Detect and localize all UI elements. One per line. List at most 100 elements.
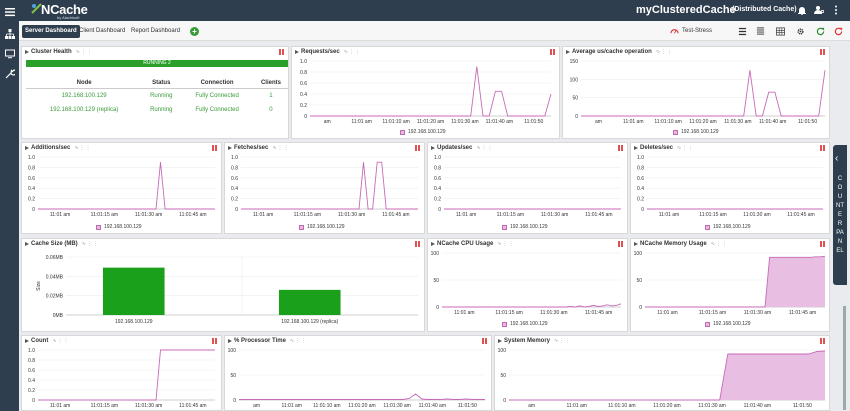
refresh-button[interactable] xyxy=(816,25,825,37)
panel-cache-size: Cache Size (MB) ∿⋮⋮ 0MB 0.02MB 0.04MB 0.06MB… xyxy=(21,238,425,332)
y-tick-label: 0.2 xyxy=(28,197,35,203)
bell-icon[interactable] xyxy=(797,5,807,15)
series-line xyxy=(38,162,215,210)
user-settings-icon[interactable] xyxy=(814,5,824,15)
compact-layout-icon xyxy=(756,26,765,35)
x-tick-label: 11:01:50 xyxy=(798,119,817,125)
panel-processor-time: % Processor Time ∿⋮⋮ 0 50 100 am 11:01 am 11:0… xyxy=(224,335,492,411)
y-tick-label: 50 xyxy=(500,373,506,379)
panel-deletes: Deletes/sec ∿⋮⋮ 192.168.100.129 0 0.2 0.4 0.… xyxy=(630,142,830,234)
y-tick-label: 150 xyxy=(570,59,579,65)
x-tick-label: 11:01 am xyxy=(351,119,371,125)
x-tick-label: 11:01:45 am xyxy=(179,403,206,409)
tab-report-dashboard[interactable]: Report Dashboard xyxy=(128,25,183,38)
x-tick-label: 11:01:45 am xyxy=(585,310,612,316)
x-tick-label: 11:01:20 am xyxy=(417,119,444,125)
y-tick-label: 0.6 xyxy=(637,176,644,182)
x-tick-label: 11:01 am xyxy=(50,212,70,218)
x-tick-label: 11:01:30 am xyxy=(743,212,770,218)
series-line xyxy=(310,66,552,117)
y-tick-label: 0.4 xyxy=(231,186,238,192)
series-line xyxy=(38,349,215,401)
reset-icon xyxy=(834,27,843,35)
layout-list-button[interactable] xyxy=(738,25,747,37)
y-tick-label: 1.0 xyxy=(300,59,307,65)
cluster-icon xyxy=(4,29,15,39)
x-tick-label: 11:01:10 am xyxy=(313,403,340,409)
scrollbar[interactable] xyxy=(843,306,846,410)
y-tick-label: 0 xyxy=(641,207,644,213)
y-axis-label: Size xyxy=(36,281,42,291)
layout-grid-button[interactable] xyxy=(776,25,785,37)
counter-panel-toggle[interactable]: ‹ COUNTER PANEL xyxy=(833,145,847,285)
y-tick-label: 0 xyxy=(233,398,236,404)
y-tick-label: 0.4 xyxy=(28,378,35,384)
status-cell: Running xyxy=(150,107,173,113)
y-tick-label: 1.0 xyxy=(28,155,35,161)
y-tick-label: 0.2 xyxy=(637,197,644,203)
panel-options-icon[interactable]: ∿⋮⋮ xyxy=(76,49,93,55)
settings-button[interactable] xyxy=(796,25,805,37)
chart-svg: 0 50 100 am 11:01 am 11:01:10 am 11:01:20 am 11… xyxy=(228,348,485,409)
cache-name: myClusteredCache xyxy=(636,4,736,16)
y-tick-label: 100 xyxy=(228,348,237,354)
x-tick-label: 11:01:40 am xyxy=(744,403,771,409)
sidebar-menu-button[interactable] xyxy=(0,2,19,22)
x-tick-label: 11:01:15 am xyxy=(91,403,118,409)
tab-client-dashboard[interactable]: Client Dashboard xyxy=(76,25,128,38)
add-dashboard-button[interactable]: + xyxy=(190,27,199,36)
x-tick-label: 11:01:30 am xyxy=(135,212,162,218)
chart-svg: 0 50 100 11:01 am 11:01:15 am 11:01:30 am 11:0… xyxy=(431,251,622,316)
list-layout-icon xyxy=(738,27,747,35)
x-tick-label: am xyxy=(528,403,535,409)
column-header: Connection xyxy=(180,78,254,89)
reset-button[interactable] xyxy=(834,25,843,37)
x-tick-label: am xyxy=(253,403,260,409)
x-tick-label: 11:01:10 am xyxy=(654,119,681,125)
x-tick-label: 11:01 am xyxy=(281,403,301,409)
y-tick-label: 0 xyxy=(575,114,578,120)
y-tick-label: 0.2 xyxy=(434,197,441,203)
x-tick-label: 11:01:45 am xyxy=(382,212,409,218)
panel-cpu-usage: NCache CPU Usage ∿⋮⋮ 192.168.100.129 0 50 1… xyxy=(427,238,628,332)
x-tick-label: 11:01:45 am xyxy=(789,310,816,316)
y-tick-label: 0 xyxy=(639,305,642,311)
panel-requests: Requests/sec ∿⋮⋮ 192.168.100.129 0 0.2 0.4 0… xyxy=(291,46,560,139)
sidebar-cluster-button[interactable] xyxy=(0,24,19,44)
table-row[interactable]: 192.168.100.129 Running Fully Connected … xyxy=(26,89,288,104)
x-tick-label: 11:01:15 am xyxy=(699,212,726,218)
y-tick-label: 0.8 xyxy=(28,165,35,171)
x-tick-label: 11:01:15 am xyxy=(497,212,524,218)
x-tick-label: 11:01:30 am xyxy=(135,403,162,409)
y-tick-label: 0.2 xyxy=(300,103,307,109)
x-tick-label: 11:01 am xyxy=(659,212,679,218)
test-stress-button[interactable]: Test-Stress xyxy=(670,25,712,37)
gear-icon xyxy=(797,27,804,35)
panel-drag-icon[interactable] xyxy=(25,50,29,54)
x-tick-label: 11:01 am xyxy=(253,212,273,218)
monitor-icon xyxy=(4,49,15,59)
pause-icon[interactable] xyxy=(279,49,284,55)
sidebar-tools-button[interactable] xyxy=(0,64,19,84)
y-tick-label: 1.0 xyxy=(434,155,441,161)
table-row[interactable]: 192.168.100.129 (replica) Running Fully … xyxy=(26,103,288,117)
chart-svg: 0 0.2 0.4 0.6 0.8 1.0 11:01 am 11:01:15 am 11:01… xyxy=(231,155,418,218)
panel-updates: Updates/sec ∿⋮⋮ 192.168.100.129 0 0.2 0.4 0.… xyxy=(427,142,628,234)
sidebar-monitor-button[interactable] xyxy=(0,44,19,64)
x-tick-label: 11:01 am xyxy=(50,403,70,409)
ncache-logo: NCache by Alachisoft xyxy=(31,2,88,20)
x-tick-label: 11:01:45 am xyxy=(585,212,612,218)
y-tick-label: 0.6 xyxy=(28,368,35,374)
x-tick-label: 11:01:50 xyxy=(793,403,812,409)
wrench-icon xyxy=(5,69,15,79)
y-tick-label: 100 xyxy=(431,251,440,257)
more-options-icon[interactable] xyxy=(831,5,841,15)
layout-compact-button[interactable] xyxy=(756,25,765,37)
y-tick-label: 0.6 xyxy=(300,81,307,87)
y-tick-label: 0 xyxy=(438,207,441,213)
series-line xyxy=(241,161,418,210)
chart-svg: 0 0.2 0.4 0.6 0.8 1.0 11:01 am 11:01:15 am 11:01… xyxy=(434,155,621,218)
tab-server-dashboard[interactable]: Server Dashboard xyxy=(22,25,80,38)
column-header: Node xyxy=(26,78,143,89)
y-tick-label: 0 xyxy=(436,305,439,311)
